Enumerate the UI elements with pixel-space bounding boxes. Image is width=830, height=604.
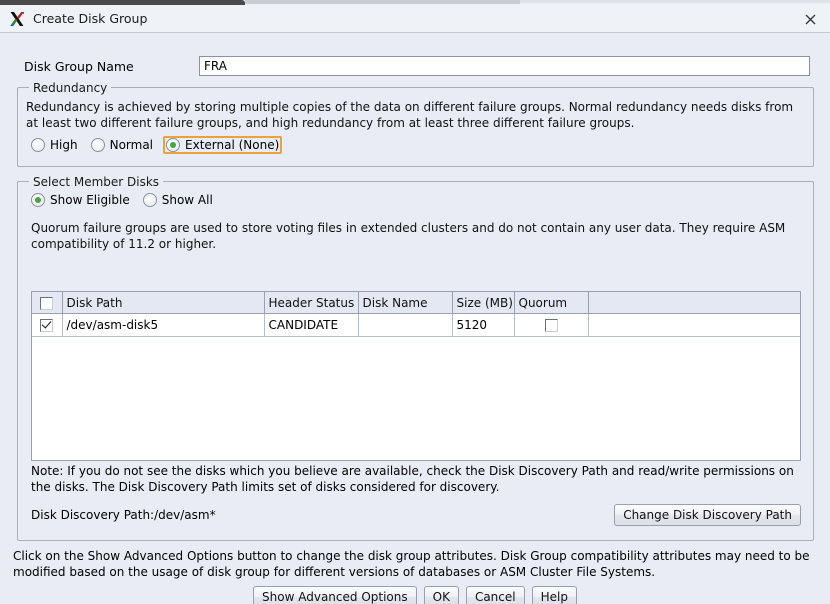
create-disk-group-dialog: Create Disk Group Disk Group Name Redund… bbox=[0, 0, 830, 604]
disk-filter-radio-group: Show Eligible Show All bbox=[28, 191, 223, 209]
redundancy-panel: Redundancy Redundancy is achieved by sto… bbox=[17, 81, 814, 167]
cell-filler bbox=[588, 313, 800, 337]
header-select-all[interactable] bbox=[32, 292, 63, 314]
select-member-disks-panel: Select Member Disks Show Eligible Show A… bbox=[17, 175, 814, 541]
radio-dot-icon bbox=[166, 138, 181, 152]
header-quorum[interactable]: Quorum bbox=[514, 292, 589, 314]
x-org-logo-icon bbox=[8, 10, 26, 28]
quorum-description: Quorum failure groups are used to store … bbox=[31, 221, 786, 251]
row-select-cell[interactable] bbox=[32, 313, 63, 337]
radio-dot-icon bbox=[31, 193, 45, 207]
show-advanced-options-button[interactable]: Show Advanced Options bbox=[253, 586, 417, 604]
radio-show-eligible[interactable]: Show Eligible bbox=[28, 191, 133, 209]
header-disk-name[interactable]: Disk Name bbox=[358, 292, 453, 314]
table-header-row: Disk Path Header Status Disk Name Size (… bbox=[32, 292, 800, 314]
cell-disk-path: /dev/asm-disk5 bbox=[62, 313, 265, 337]
dialog-button-bar: Show Advanced Options OK Cancel Help bbox=[0, 586, 830, 604]
radio-redundancy-high[interactable]: High bbox=[28, 136, 81, 154]
disk-discovery-path-label: Disk Discovery Path:/dev/asm* bbox=[31, 508, 216, 522]
radio-redundancy-normal[interactable]: Normal bbox=[88, 136, 156, 154]
title-bar: Create Disk Group bbox=[0, 5, 830, 33]
member-disks-table: Disk Path Header Status Disk Name Size (… bbox=[32, 292, 800, 337]
redundancy-radio-group: High Normal External (None) bbox=[28, 136, 289, 154]
disk-group-name-row: Disk Group Name bbox=[24, 56, 810, 76]
redundancy-panel-title: Redundancy bbox=[29, 81, 112, 95]
cell-header-status: CANDIDATE bbox=[264, 313, 359, 337]
disk-group-name-input[interactable] bbox=[199, 56, 810, 76]
radio-dot-icon bbox=[31, 138, 45, 152]
change-disk-discovery-path-button[interactable]: Change Disk Discovery Path bbox=[614, 504, 801, 526]
cell-disk-name bbox=[358, 313, 453, 337]
disk-group-name-label: Disk Group Name bbox=[24, 58, 134, 74]
header-size-mb[interactable]: Size (MB) bbox=[452, 292, 515, 314]
header-disk-path[interactable]: Disk Path bbox=[62, 292, 265, 314]
cancel-button[interactable]: Cancel bbox=[465, 586, 525, 604]
select-all-checkbox-icon[interactable] bbox=[40, 296, 54, 310]
dialog-content: Disk Group Name Redundancy Redundancy is… bbox=[0, 33, 830, 604]
redundancy-description: Redundancy is achieved by storing multip… bbox=[26, 100, 794, 130]
select-member-disks-panel-title: Select Member Disks bbox=[29, 175, 164, 189]
advanced-options-note: Click on the Show Advanced Options butto… bbox=[13, 549, 810, 579]
radio-label: Show All bbox=[161, 193, 213, 207]
header-header-status[interactable]: Header Status bbox=[264, 292, 359, 314]
background-window-strip-light bbox=[245, 0, 520, 4]
radio-label: Show Eligible bbox=[50, 193, 130, 207]
row-select-checkbox-icon[interactable] bbox=[40, 319, 54, 332]
disk-discovery-row: Disk Discovery Path:/dev/asm* Change Dis… bbox=[31, 504, 801, 526]
help-button[interactable]: Help bbox=[531, 586, 577, 604]
radio-show-all[interactable]: Show All bbox=[140, 191, 216, 209]
member-disks-table-container[interactable]: Disk Path Header Status Disk Name Size (… bbox=[31, 291, 801, 461]
ok-button[interactable]: OK bbox=[423, 586, 459, 604]
cell-size-mb: 5120 bbox=[452, 313, 515, 337]
header-filler bbox=[588, 292, 800, 314]
radio-label: High bbox=[50, 138, 78, 152]
quorum-checkbox-icon[interactable] bbox=[544, 319, 558, 332]
cell-quorum[interactable] bbox=[514, 313, 589, 337]
radio-label: Normal bbox=[109, 138, 154, 152]
disk-discovery-note: Note: If you do not see the disks which … bbox=[31, 464, 794, 494]
radio-label: External (None) bbox=[185, 138, 280, 152]
radio-redundancy-external-none[interactable]: External (None) bbox=[163, 136, 283, 154]
radio-dot-icon bbox=[90, 138, 105, 152]
close-icon[interactable] bbox=[800, 9, 820, 29]
table-row[interactable]: /dev/asm-disk5 CANDIDATE 5120 bbox=[32, 313, 800, 337]
background-window-strip-light-2 bbox=[520, 0, 830, 3]
radio-dot-icon bbox=[142, 193, 157, 207]
window-title: Create Disk Group bbox=[33, 11, 148, 26]
